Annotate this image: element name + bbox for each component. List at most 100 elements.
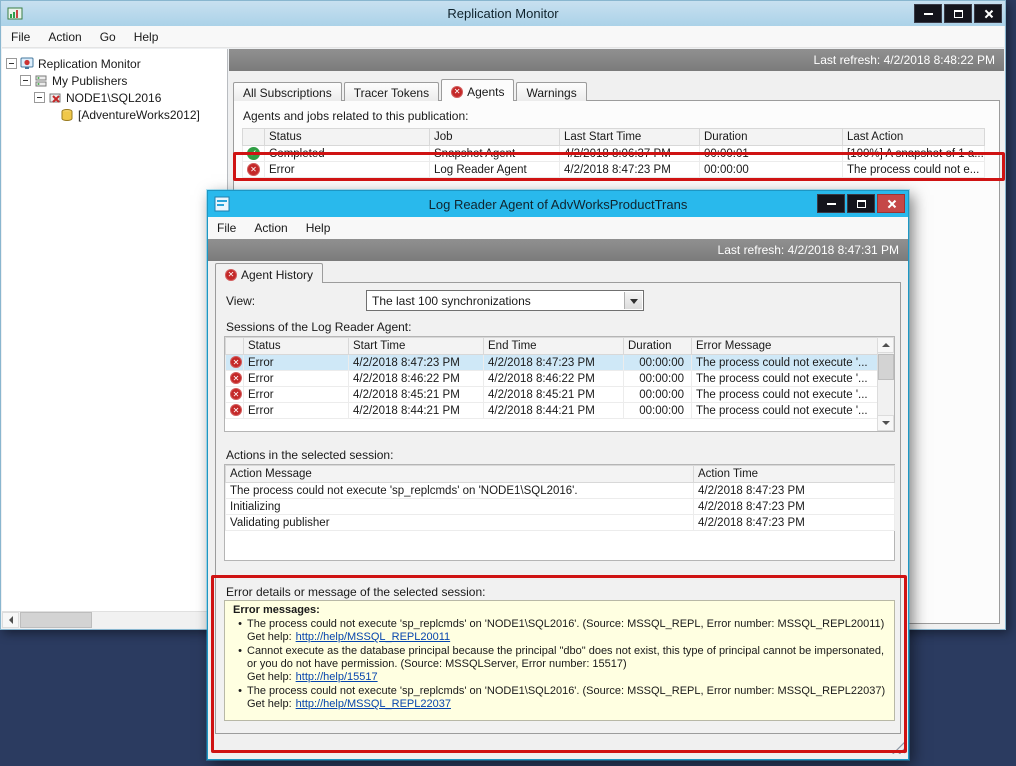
minimize-button[interactable] [817, 194, 845, 213]
tab-label: All Subscriptions [243, 86, 332, 100]
scrollbar-thumb[interactable] [20, 612, 92, 628]
column-header-job[interactable]: Job [430, 129, 560, 146]
scroll-down-button[interactable] [877, 415, 894, 431]
help-link[interactable]: http://help/MSSQL_REPL20011 [296, 631, 451, 643]
column-header-action-time[interactable]: Action Time [694, 466, 895, 483]
tree-item-my-publishers[interactable]: My Publishers [2, 72, 227, 89]
error-message-item: Cannot execute as the database principal… [233, 645, 886, 684]
dropdown-button[interactable] [624, 292, 642, 309]
cell-action-time: 4/2/2018 8:47:23 PM [694, 499, 895, 515]
sessions-listview: Status Start Time End Time Duration Erro… [224, 336, 895, 432]
sessions-table: Status Start Time End Time Duration Erro… [225, 337, 878, 419]
minimize-button[interactable] [914, 4, 942, 23]
action-row[interactable]: Validating publisher 4/2/2018 8:47:23 PM [226, 515, 895, 531]
cell-end-time: 4/2/2018 8:47:23 PM [484, 355, 624, 371]
menu-go[interactable]: Go [91, 27, 125, 47]
help-link[interactable]: http://help/15517 [296, 671, 378, 683]
agent-history-tab-page: View: The last 100 synchronizations Sess… [215, 282, 901, 734]
menu-file[interactable]: File [208, 218, 245, 238]
close-button[interactable] [877, 194, 905, 213]
agent-row-snapshot-agent[interactable]: Completed Snapshot Agent 4/2/2018 8:06:3… [243, 146, 985, 162]
action-row[interactable]: Initializing 4/2/2018 8:47:23 PM [226, 499, 895, 515]
collapse-icon[interactable] [6, 58, 17, 69]
combobox-value: The last 100 synchronizations [372, 294, 531, 308]
tree-item-replication-monitor[interactable]: Replication Monitor [2, 55, 227, 72]
main-window-title: Replication Monitor [111, 6, 895, 21]
minimize-icon [827, 203, 836, 205]
maximize-button[interactable] [944, 4, 972, 23]
cell-duration: 00:00:00 [624, 355, 692, 371]
arrow-left-icon [5, 616, 13, 624]
error-icon [230, 372, 242, 384]
scroll-up-button[interactable] [877, 337, 894, 353]
tab-tracer-tokens[interactable]: Tracer Tokens [344, 82, 439, 101]
main-titlebar[interactable]: Replication Monitor [1, 1, 1005, 26]
error-text: The process could not execute 'sp_replcm… [247, 618, 884, 630]
menu-file[interactable]: File [2, 27, 39, 47]
sessions-label: Sessions of the Log Reader Agent: [226, 320, 411, 334]
tree-item-adventureworks2012[interactable]: [AdventureWorks2012] [2, 106, 227, 123]
close-icon [886, 199, 896, 209]
error-text: The process could not execute 'sp_replcm… [247, 685, 885, 697]
column-header-last-action[interactable]: Last Action [843, 129, 985, 146]
scrollbar-thumb[interactable] [878, 354, 894, 380]
session-row[interactable]: Error 4/2/2018 8:46:22 PM 4/2/2018 8:46:… [226, 371, 878, 387]
cell-duration: 00:00:01 [700, 146, 843, 162]
column-header-error-message[interactable]: Error Message [692, 338, 878, 355]
cell-end-time: 4/2/2018 8:46:22 PM [484, 371, 624, 387]
cell-status: Error [244, 387, 349, 403]
column-header-duration[interactable]: Duration [700, 129, 843, 146]
column-header-last-start-time[interactable]: Last Start Time [560, 129, 700, 146]
cell-status-icon [226, 355, 244, 371]
publication-database-icon [60, 108, 74, 122]
column-header-start-time[interactable]: Start Time [349, 338, 484, 355]
session-row[interactable]: Error 4/2/2018 8:45:21 PM 4/2/2018 8:45:… [226, 387, 878, 403]
tab-agent-history[interactable]: Agent History [215, 263, 323, 283]
sessions-vertical-scrollbar[interactable] [877, 337, 894, 431]
success-icon [247, 147, 260, 160]
error-details-panel: Error messages: The process could not ex… [224, 600, 895, 721]
desktop: Replication Monitor File Action Go Help [0, 0, 1016, 766]
tree-item-node1-sql2016[interactable]: NODE1\SQL2016 [2, 89, 227, 106]
column-header-duration[interactable]: Duration [624, 338, 692, 355]
column-header-action-message[interactable]: Action Message [226, 466, 694, 483]
cell-error-message: The process could not execute '... [692, 355, 878, 371]
maximize-icon [954, 10, 963, 18]
menu-help[interactable]: Help [297, 218, 340, 238]
session-row[interactable]: Error 4/2/2018 8:44:21 PM 4/2/2018 8:44:… [226, 403, 878, 419]
tab-warnings[interactable]: Warnings [516, 82, 586, 101]
cell-status: Error [244, 355, 349, 371]
get-help-label: Get help: [247, 631, 292, 643]
collapse-icon[interactable] [34, 92, 45, 103]
session-row-selected[interactable]: Error 4/2/2018 8:47:23 PM 4/2/2018 8:47:… [226, 355, 878, 371]
minimize-icon [924, 13, 933, 15]
tab-all-subscriptions[interactable]: All Subscriptions [233, 82, 342, 101]
collapse-icon[interactable] [20, 75, 31, 86]
tab-agents[interactable]: Agents [441, 79, 514, 101]
dialog-titlebar[interactable]: Log Reader Agent of AdvWorksProductTrans [208, 191, 908, 217]
get-help-label: Get help: [247, 698, 292, 710]
tree-horizontal-scrollbar[interactable] [2, 611, 227, 628]
column-header-status[interactable]: Status [244, 338, 349, 355]
scroll-left-button[interactable] [2, 612, 19, 628]
menu-action[interactable]: Action [245, 218, 296, 238]
get-help-label: Get help: [247, 671, 292, 683]
cell-last-start-time: 4/2/2018 8:47:23 PM [560, 162, 700, 178]
menu-help[interactable]: Help [125, 27, 168, 47]
resize-grip[interactable] [892, 741, 905, 754]
menu-action[interactable]: Action [39, 27, 90, 47]
column-header-icon[interactable] [243, 129, 265, 146]
agent-row-log-reader-agent[interactable]: Error Log Reader Agent 4/2/2018 8:47:23 … [243, 162, 985, 178]
help-link[interactable]: http://help/MSSQL_REPL22037 [296, 698, 451, 710]
column-header-icon[interactable] [226, 338, 244, 355]
maximize-button[interactable] [847, 194, 875, 213]
action-row[interactable]: The process could not execute 'sp_replcm… [226, 483, 895, 499]
main-menubar: File Action Go Help [2, 26, 1004, 48]
close-button[interactable] [974, 4, 1002, 23]
maximize-icon [857, 200, 866, 208]
cell-status-icon [243, 146, 265, 162]
view-combobox[interactable]: The last 100 synchronizations [366, 290, 644, 311]
column-header-end-time[interactable]: End Time [484, 338, 624, 355]
column-header-status[interactable]: Status [265, 129, 430, 146]
view-label: View: [226, 294, 255, 308]
